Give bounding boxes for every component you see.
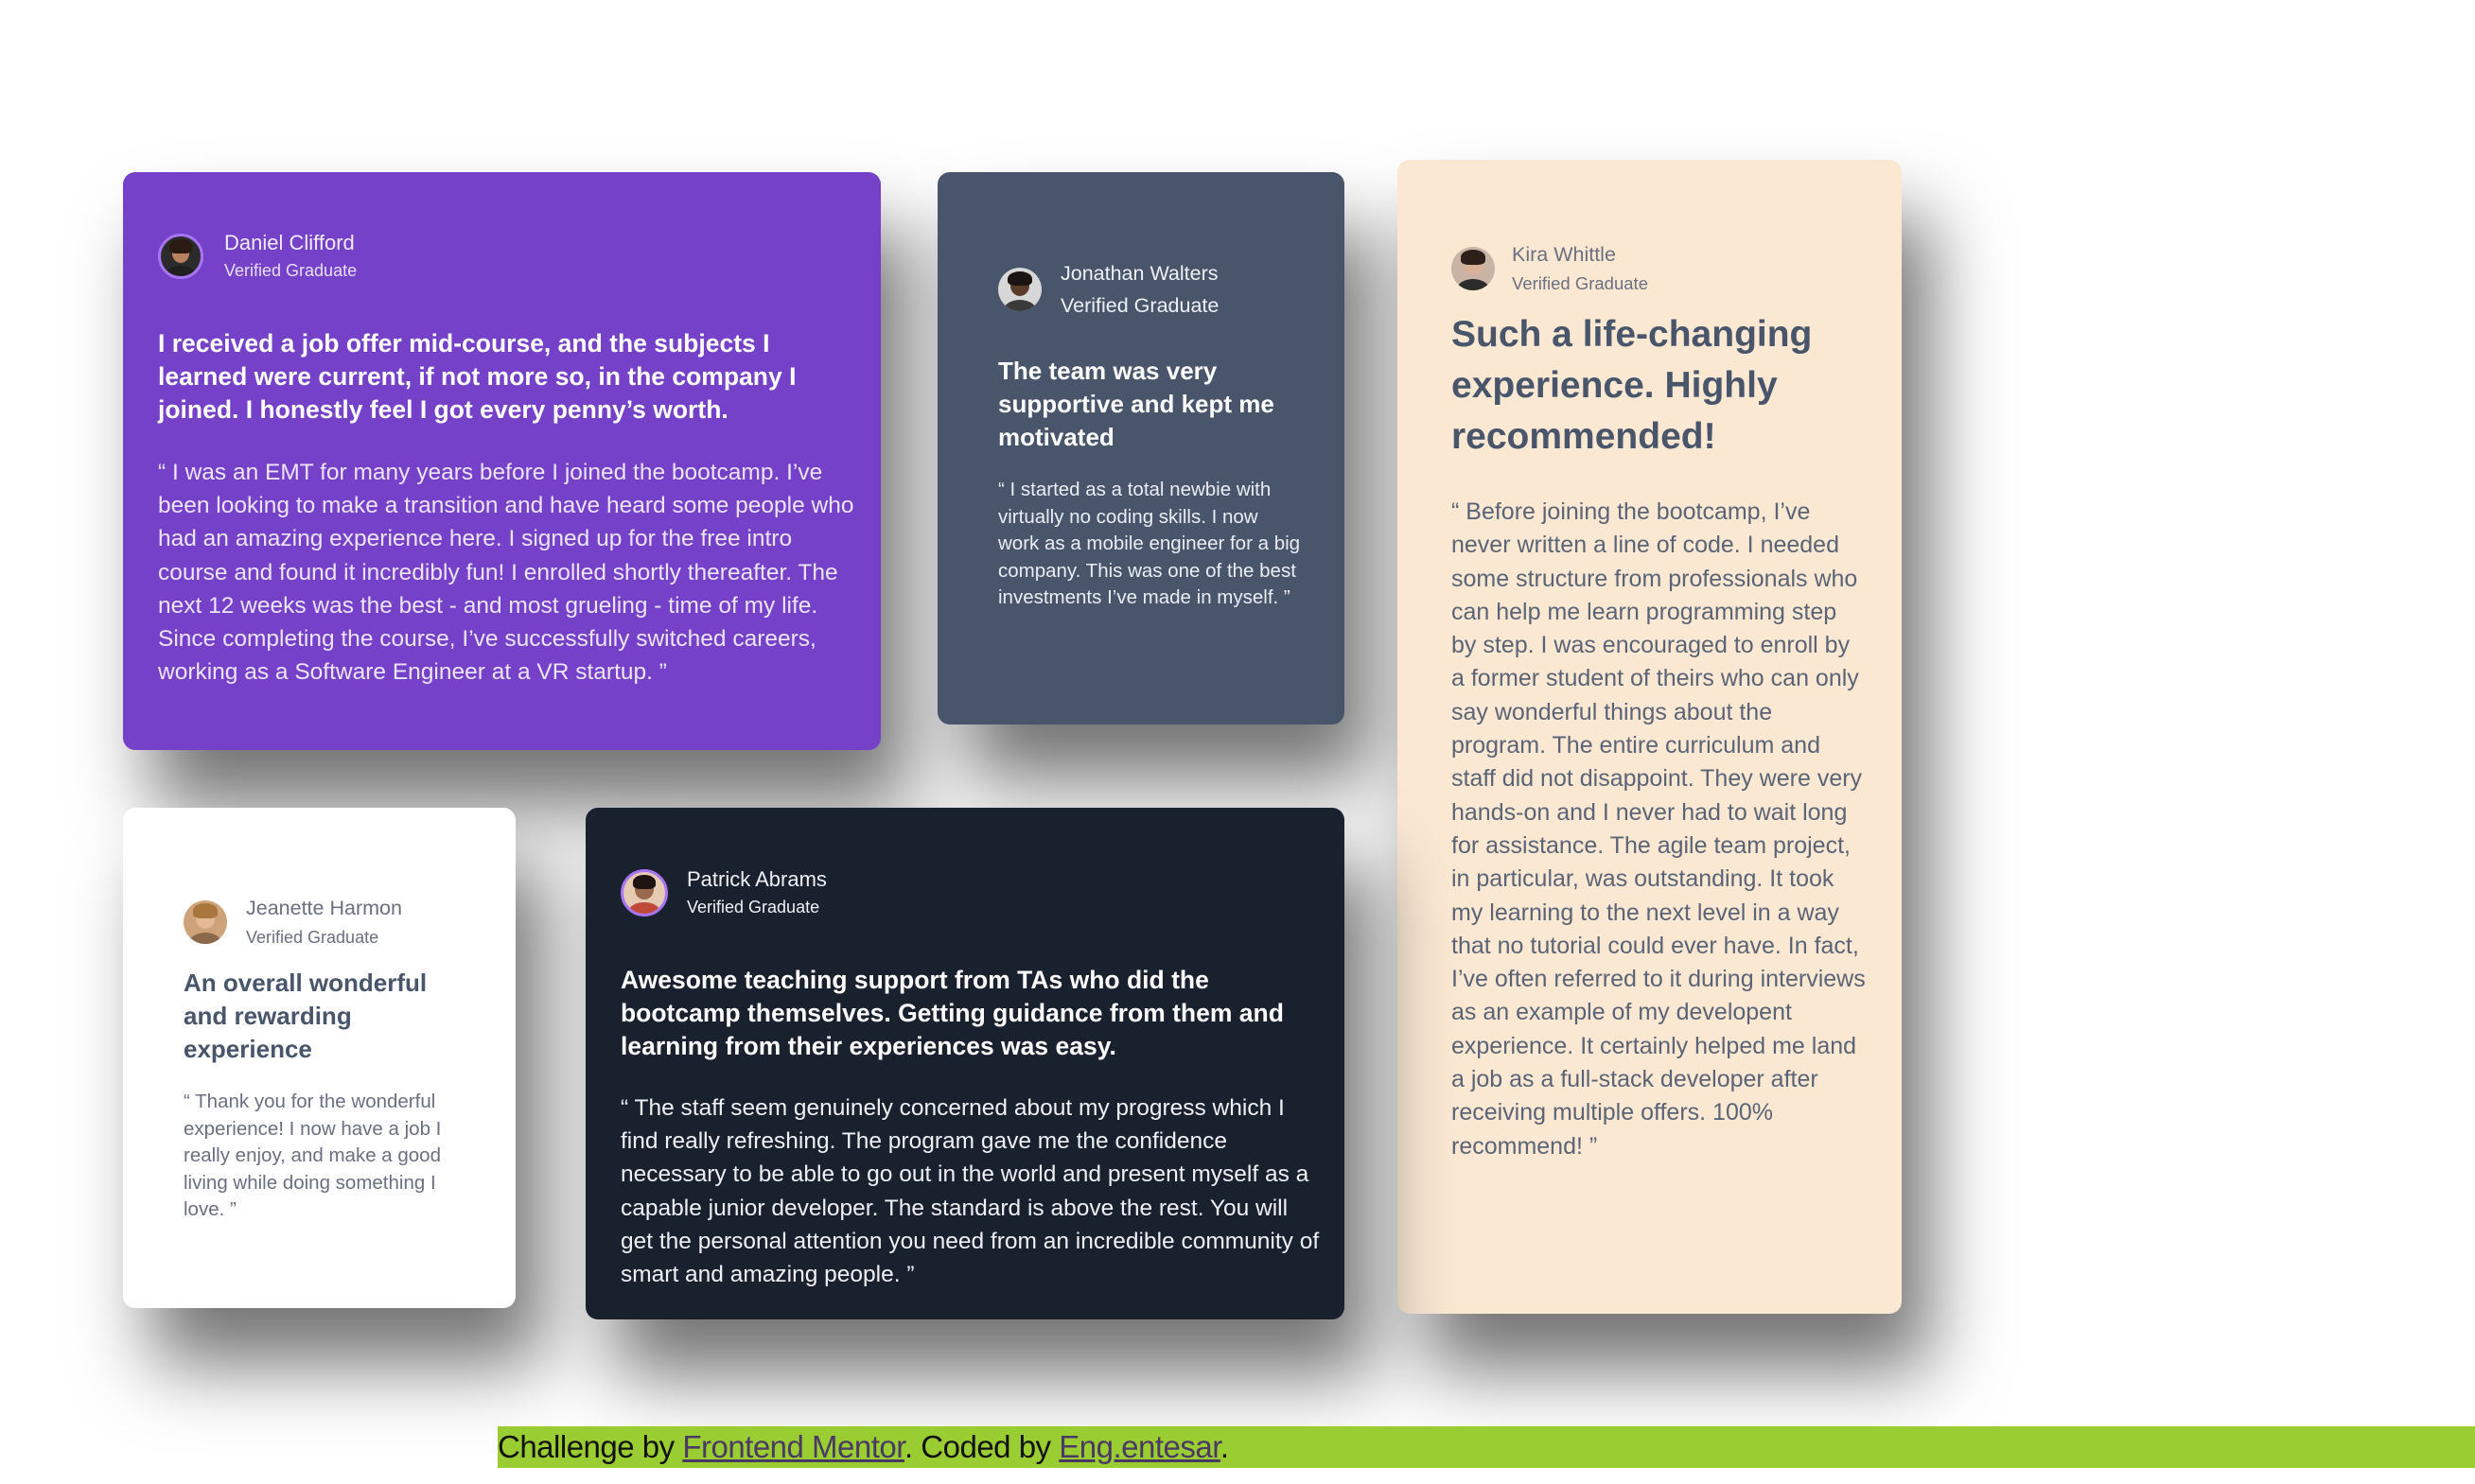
author-name: Jeanette Harmon: [246, 897, 402, 919]
testimonial-card-jeanette: Jeanette Harmon Verified Graduate An ove…: [123, 808, 516, 1308]
author-role: Verified Graduate: [687, 898, 820, 917]
author-role: Verified Graduate: [1512, 273, 1648, 293]
attribution-middle: . Coded by: [904, 1429, 1060, 1464]
testimonial-headline: Awesome teaching support from TAs who di…: [621, 966, 1284, 1060]
testimonial-card-daniel: Daniel Clifford Verified Graduate I rece…: [123, 172, 881, 750]
author-role: Verified Graduate: [1061, 294, 1220, 317]
testimonial-headline: Such a life-changing experience. Highly …: [1451, 314, 1813, 457]
testimonial-card-patrick: Patrick Abrams Verified Graduate Awesome…: [586, 808, 1344, 1319]
attribution-bar: Challenge by Frontend Mentor. Coded by E…: [498, 1426, 2475, 1468]
author-name: Kira Whittle: [1512, 243, 1616, 266]
author-link[interactable]: Eng.entesar: [1059, 1429, 1220, 1464]
frontend-mentor-link[interactable]: Frontend Mentor: [682, 1429, 904, 1464]
attribution-prefix: Challenge by: [498, 1429, 683, 1464]
card-header: Jonathan Walters Verified Graduate: [998, 257, 1219, 322]
author-name: Jonathan Walters: [1061, 262, 1219, 285]
attribution-suffix: .: [1220, 1429, 1229, 1464]
testimonial-headline: An overall wonderful and rewarding exper…: [184, 969, 428, 1063]
testimonial-quote: “ Thank you for the wonderful experience…: [184, 1091, 442, 1221]
avatar: [184, 899, 227, 944]
testimonial-card-kira: Kira Whittle Verified Graduate Such a li…: [1397, 160, 1902, 1314]
author-name: Daniel Clifford: [224, 231, 355, 254]
card-header: Kira Whittle Verified Graduate: [1451, 239, 1648, 297]
testimonial-headline: I received a job offer mid-course, and t…: [158, 329, 797, 424]
card-header: Jeanette Harmon Verified Graduate: [184, 893, 402, 951]
card-header: Daniel Clifford Verified Graduate: [158, 229, 357, 284]
testimonial-quote: “ I was an EMT for many years before I j…: [158, 460, 854, 686]
card-header: Patrick Abrams Verified Graduate: [621, 864, 827, 920]
author-role: Verified Graduate: [224, 261, 358, 280]
author-role: Verified Graduate: [246, 928, 379, 947]
avatar: [998, 268, 1042, 311]
avatar: [158, 234, 203, 279]
testimonial-card-jonathan: Jonathan Walters Verified Graduate The t…: [938, 172, 1344, 725]
testimonial-quote: “ Before joining the bootcamp, I’ve neve…: [1451, 498, 1866, 1160]
author-name: Patrick Abrams: [687, 867, 827, 891]
testimonial-quote: “ The staff seem genuinely concerned abo…: [621, 1095, 1320, 1288]
testimonial-quote: “ I started as a total newbie with virtu…: [998, 479, 1301, 609]
avatar: [621, 868, 668, 917]
testimonial-headline: The team was very supportive and kept me…: [998, 357, 1274, 451]
avatar: [1451, 246, 1495, 290]
